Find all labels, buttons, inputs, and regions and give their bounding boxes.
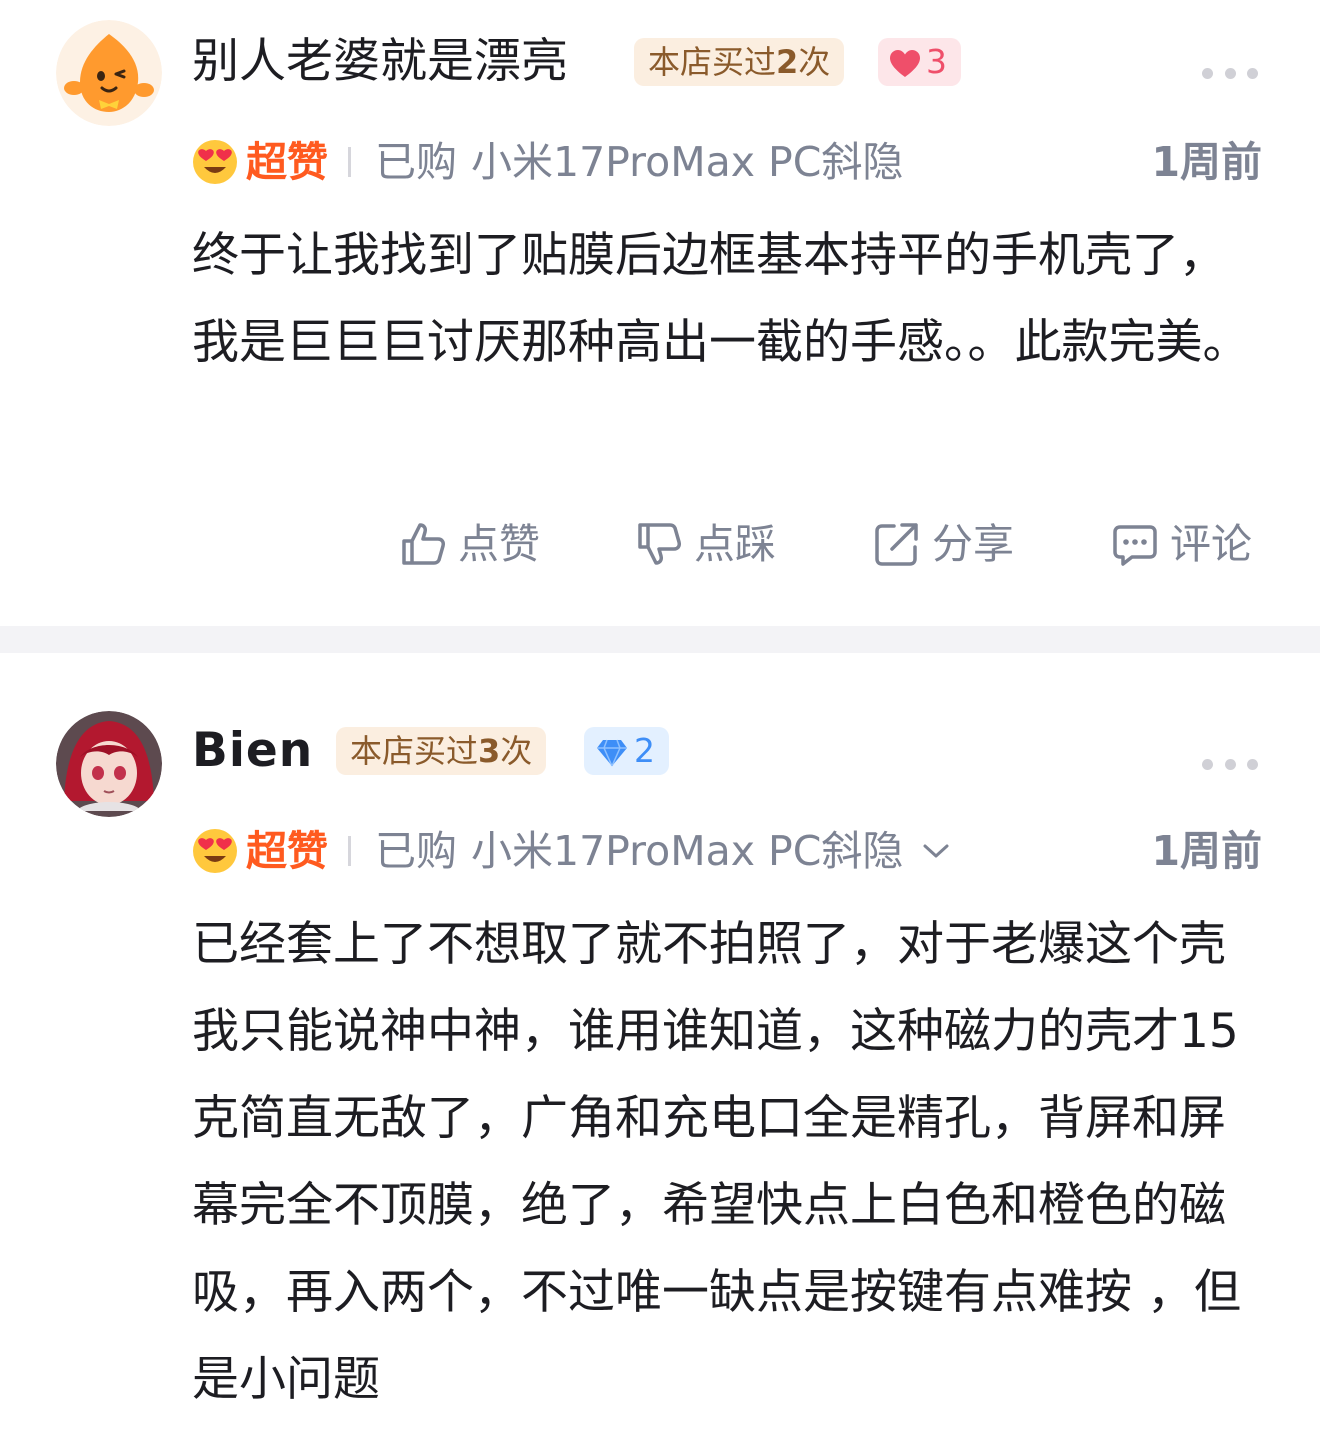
comment-button[interactable]: 评论 [1110, 514, 1252, 574]
bought-prefix: 本店买过 [648, 43, 777, 81]
like-label: 点赞 [458, 520, 540, 568]
user-name[interactable]: 别人老婆就是漂亮 [192, 32, 568, 92]
purchase-model: 小米17ProMax PC斜隐 [471, 827, 904, 875]
dislike-label: 点踩 [694, 520, 776, 568]
review-card: 别人老婆就是漂亮 本店买过2次 3 超赞 已购 小米17ProMax PC斜隐 … [0, 0, 1320, 626]
more-options-icon[interactable] [1202, 66, 1258, 80]
heart-count: 3 [926, 42, 947, 81]
purchase-prefix: 已购 [375, 827, 457, 875]
diamond-badge: 2 [584, 727, 669, 775]
diamond-icon [597, 739, 627, 767]
review-time: 1周前 [1151, 827, 1262, 875]
meta-separator [348, 836, 351, 866]
meta-separator [348, 147, 351, 177]
review-actions: 点赞 点踩 分享 评论 [0, 514, 1320, 574]
review-time: 1周前 [1151, 138, 1262, 186]
thumbs-down-icon [638, 523, 681, 565]
review-meta: 超赞 已购 小米17ProMax PC斜隐 [192, 134, 903, 190]
like-button[interactable]: 点赞 [398, 514, 540, 574]
more-options-icon[interactable] [1202, 757, 1258, 771]
bought-count: 2 [776, 43, 799, 81]
user-name[interactable]: Bien [192, 721, 313, 781]
comment-icon [1113, 525, 1157, 566]
review-content: 终于让我找到了贴膜后边框基本持平的手机壳了，我是巨巨巨讨厌那种高出一截的手感。。… [192, 228, 1250, 370]
chevron-down-icon[interactable] [921, 841, 951, 861]
heart-eyes-emoji-icon [193, 140, 237, 184]
avatar[interactable] [56, 711, 162, 817]
purchase-prefix: 已购 [375, 138, 457, 186]
heart-badge: 3 [878, 38, 961, 86]
share-button[interactable]: 分享 [872, 514, 1014, 574]
diamond-count: 2 [634, 731, 655, 770]
bought-times-badge: 本店买过2次 [634, 38, 845, 86]
heart-eyes-emoji-icon [193, 829, 237, 873]
rating-label: 超赞 [246, 827, 328, 875]
heart-icon [890, 50, 920, 77]
bought-times-badge: 本店买过3次 [336, 727, 547, 775]
bought-suffix: 次 [500, 732, 533, 770]
review-card: Bien 本店买过3次 2 超赞 已购 小米17ProMax PC斜隐 1周前 … [0, 653, 1320, 1445]
review-meta: 超赞 已购 小米17ProMax PC斜隐 [192, 823, 951, 879]
purchase-model: 小米17ProMax PC斜隐 [471, 138, 904, 186]
avatar[interactable] [56, 20, 162, 126]
review-content: 已经套上了不想取了就不拍照了，对于老爆这个壳我只能说神中神，谁用谁知道，这种磁力… [192, 917, 1241, 1407]
comment-label: 评论 [1170, 520, 1252, 568]
rating-label: 超赞 [246, 138, 328, 186]
bought-prefix: 本店买过 [350, 732, 479, 770]
bought-suffix: 次 [798, 43, 831, 81]
section-divider [0, 626, 1320, 653]
share-icon [875, 523, 918, 566]
share-label: 分享 [932, 520, 1014, 568]
bought-count: 3 [478, 732, 501, 770]
dislike-button[interactable]: 点踩 [634, 514, 776, 574]
thumbs-up-icon [402, 523, 445, 565]
